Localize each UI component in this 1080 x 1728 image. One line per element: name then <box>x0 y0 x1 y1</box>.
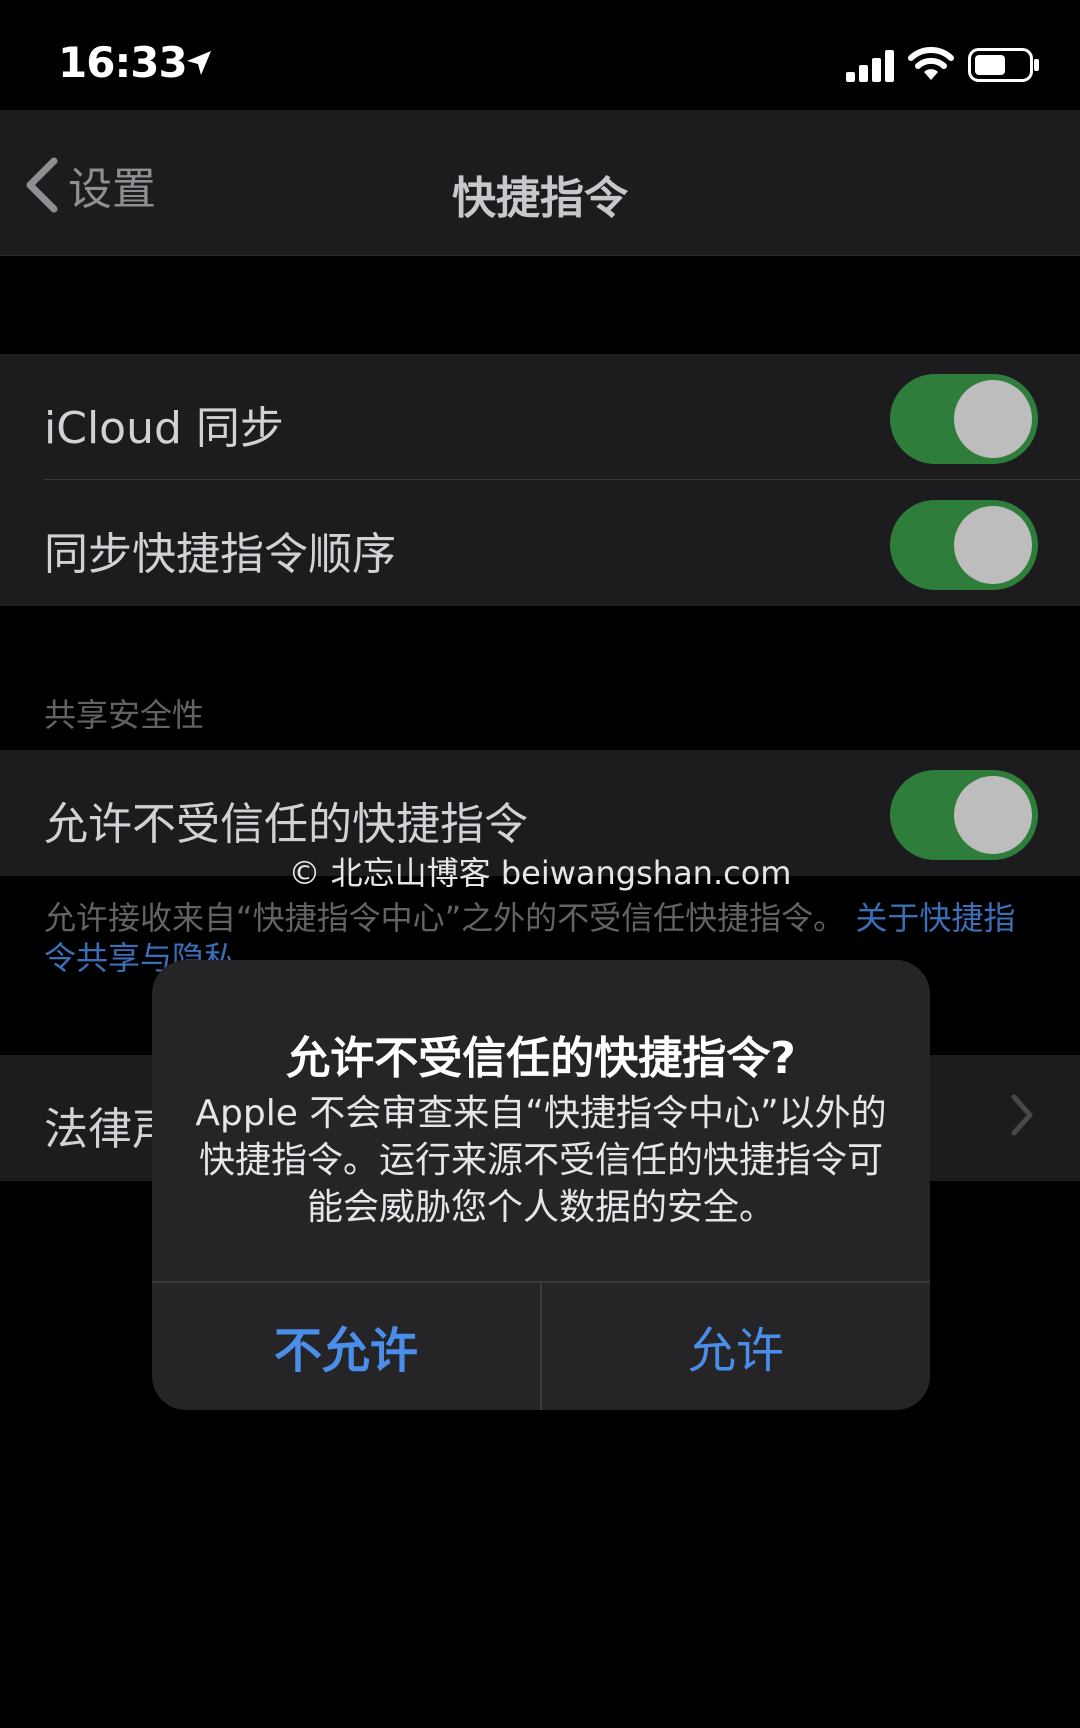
sharing-footer-text: 允许接收来自“快捷指令中心”之外的不受信任快捷指令。 <box>44 899 846 937</box>
watermark-text: © 北忘山博客 beiwangshan.com <box>288 854 792 892</box>
wifi-icon <box>908 47 954 80</box>
sync-settings-group: iCloud 同步 同步快捷指令顺序 <box>0 354 1080 606</box>
cellular-signal-icon <box>846 50 894 82</box>
sync-order-row: 同步快捷指令顺序 <box>0 480 1080 606</box>
toggle-knob <box>954 506 1032 584</box>
icloud-sync-toggle[interactable] <box>890 374 1038 464</box>
icloud-sync-label: iCloud 同步 <box>44 403 284 454</box>
allow-untrusted-toggle[interactable] <box>890 770 1038 860</box>
location-arrow-icon <box>187 51 211 75</box>
status-bar: 16:33 <box>0 0 1080 110</box>
page-title: 快捷指令 <box>452 173 628 224</box>
dont-allow-button[interactable]: 不允许 <box>152 1282 540 1410</box>
sync-order-label: 同步快捷指令顺序 <box>44 529 396 580</box>
allow-untrusted-label: 允许不受信任的快捷指令 <box>44 799 528 850</box>
toggle-knob <box>954 776 1032 854</box>
status-time: 16:33 <box>58 38 188 87</box>
icloud-sync-row: iCloud 同步 <box>0 354 1080 480</box>
alert-title: 允许不受信任的快捷指令? <box>286 1033 796 1084</box>
sync-order-toggle[interactable] <box>890 500 1038 590</box>
chevron-right-icon <box>1011 1094 1033 1136</box>
allow-button[interactable]: 允许 <box>542 1282 930 1410</box>
alert-message: Apple 不会审查来自“快捷指令中心”以外的快捷指令。运行来源不受信任的快捷指… <box>195 1093 887 1228</box>
toggle-knob <box>954 380 1032 458</box>
navigation-bar: 设置 快捷指令 <box>0 110 1080 256</box>
untrusted-shortcuts-alert: 允许不受信任的快捷指令? Apple 不会审查来自“快捷指令中心”以外的快捷指令… <box>152 960 930 1410</box>
battery-icon <box>968 48 1039 82</box>
section-header-sharing-security: 共享安全性 <box>44 696 205 734</box>
